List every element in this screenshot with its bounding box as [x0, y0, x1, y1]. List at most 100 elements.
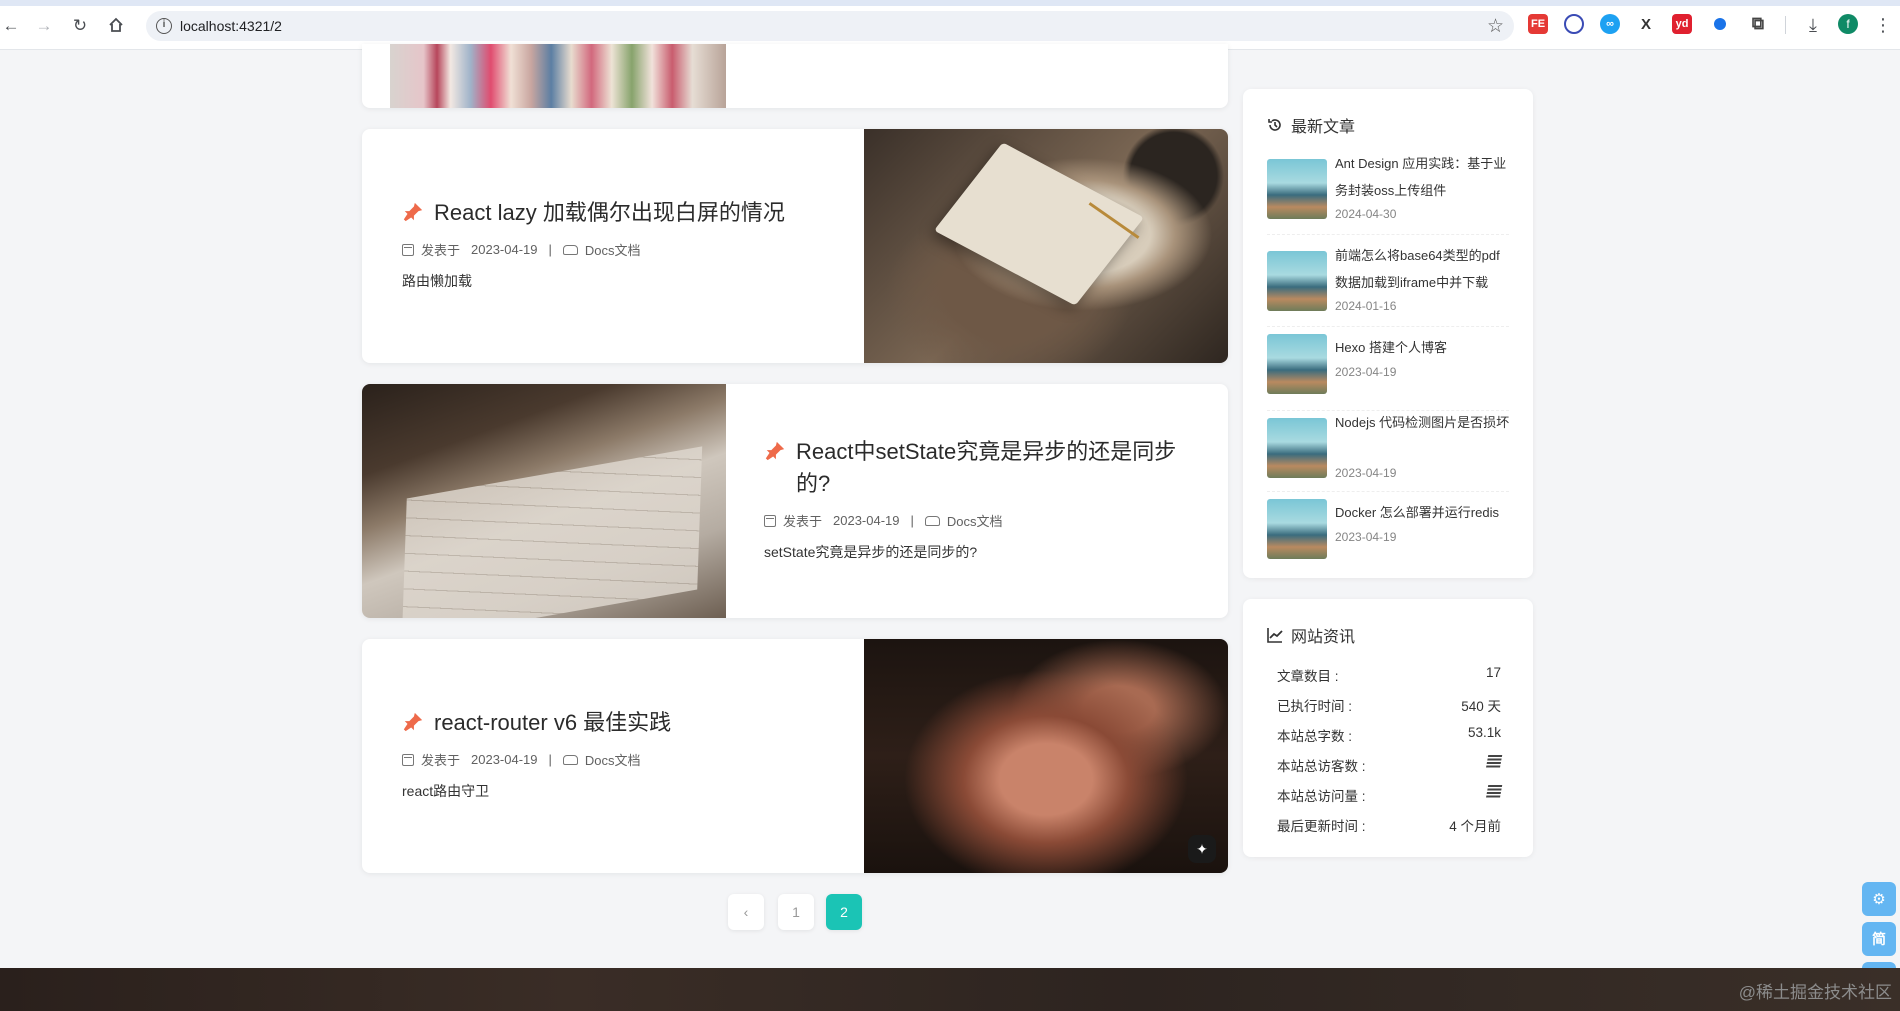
post-excerpt: react路由守卫: [402, 783, 490, 799]
site-info-icon[interactable]: i: [156, 18, 172, 34]
post-card[interactable]: react-router v6 最佳实践 发表于 2023-04-19 | Do…: [362, 639, 1228, 873]
recent-post-date: 2023-04-19: [1335, 530, 1397, 544]
divider: [1267, 491, 1509, 492]
extension-robot-icon[interactable]: [1564, 14, 1584, 34]
post-title[interactable]: React中setState究竟是异步的还是同步的?: [796, 436, 1184, 500]
post-date: 2023-04-19: [471, 752, 538, 767]
recent-post-item[interactable]: Hexo 搭建个人博客 2023-04-19: [1267, 334, 1509, 410]
post-category[interactable]: Docs文档: [585, 240, 641, 259]
post-title-row[interactable]: React中setState究竟是异步的还是同步的?: [764, 436, 1184, 500]
profile-avatar[interactable]: f: [1838, 14, 1858, 34]
home-icon[interactable]: [105, 14, 127, 36]
pin-icon: [403, 712, 423, 732]
post-cover-image[interactable]: ✦: [864, 639, 1228, 873]
back-icon[interactable]: ←: [0, 14, 22, 36]
post-title-row[interactable]: react-router v6 最佳实践: [402, 707, 671, 739]
post-title[interactable]: React lazy 加载偶尔出现白屏的情况: [434, 197, 785, 229]
download-icon[interactable]: ⤓: [1802, 14, 1824, 36]
simplified-chinese-toggle[interactable]: 简: [1862, 922, 1896, 956]
extension-youdao-icon[interactable]: yd: [1672, 14, 1692, 34]
meta-label: 发表于: [421, 753, 461, 768]
meta-label: 发表于: [783, 514, 823, 529]
bookmark-star-icon[interactable]: ☆: [1487, 15, 1504, 38]
extension-dot-icon[interactable]: [1710, 14, 1730, 34]
loading-icon: [1485, 755, 1503, 769]
extension-chat-icon[interactable]: ∞: [1600, 14, 1620, 34]
meta-separator: |: [548, 242, 552, 257]
reload-icon[interactable]: ↻: [69, 14, 91, 36]
recent-post-thumbnail[interactable]: [1267, 334, 1327, 394]
category-icon: [562, 244, 578, 255]
post-meta: 发表于 2023-04-19 | Docs文档: [402, 750, 641, 769]
post-card[interactable]: React lazy 加载偶尔出现白屏的情况 发表于 2023-04-19 | …: [362, 129, 1228, 363]
post-excerpt: setState究竟是异步的还是同步的?: [764, 544, 978, 560]
info-value: 540 天: [1461, 699, 1501, 714]
recent-post-item[interactable]: Nodejs 代码检测图片是否损坏 2023-04-19: [1267, 409, 1509, 485]
recent-post-thumbnail[interactable]: [1267, 251, 1327, 311]
divider: [1267, 234, 1509, 235]
recent-post-thumbnail[interactable]: [1267, 159, 1327, 219]
toolbar-divider: [1785, 16, 1786, 34]
recent-post-title[interactable]: Hexo 搭建个人博客: [1335, 334, 1511, 361]
extension-x-icon[interactable]: X: [1636, 14, 1656, 34]
post-title-row[interactable]: React lazy 加载偶尔出现白屏的情况: [402, 197, 785, 229]
loading-icon: [1485, 785, 1503, 799]
post-meta: 发表于 2023-04-19 | Docs文档: [764, 511, 1003, 530]
recent-posts-widget: 最新文章 Ant Design 应用实践：基于业务封装oss上传组件 2024-…: [1243, 89, 1533, 578]
recent-post-thumbnail[interactable]: [1267, 499, 1327, 559]
post-date: 2023-04-19: [833, 513, 900, 528]
site-info-row: 文章数目 : 17: [1277, 665, 1501, 685]
recent-post-item[interactable]: Ant Design 应用实践：基于业务封装oss上传组件 2024-04-30: [1267, 150, 1509, 226]
recent-post-thumbnail[interactable]: [1267, 418, 1327, 478]
pagination-page-2[interactable]: 2: [826, 894, 862, 930]
url-text[interactable]: localhost:4321/2: [180, 18, 282, 34]
site-info-row: 本站总字数 : 53.1k: [1277, 725, 1501, 745]
recent-post-item[interactable]: Docker 怎么部署并运行redis 2023-04-19: [1267, 499, 1509, 575]
post-category[interactable]: Docs文档: [585, 750, 641, 769]
history-icon: [1268, 119, 1281, 131]
meta-separator: |: [910, 513, 914, 528]
recent-post-date: 2024-01-16: [1335, 299, 1397, 313]
info-label: 最后更新时间 :: [1277, 819, 1366, 834]
magic-wand-icon[interactable]: ✦: [1188, 835, 1216, 863]
post-excerpt: 路由懒加载: [402, 273, 472, 289]
settings-gear-button[interactable]: ⚙: [1862, 882, 1896, 916]
line-chart-icon: [1267, 628, 1283, 643]
post-title[interactable]: react-router v6 最佳实践: [434, 707, 671, 739]
recent-posts-title: 最新文章: [1291, 119, 1356, 136]
meta-label: 发表于: [421, 243, 461, 258]
recent-post-title[interactable]: 前端怎么将base64类型的pdf数据加载到iframe中并下载: [1335, 242, 1511, 296]
post-meta: 发表于 2023-04-19 | Docs文档: [402, 240, 641, 259]
info-value: 53.1k: [1467, 725, 1501, 740]
recent-post-title[interactable]: Docker 怎么部署并运行redis: [1335, 499, 1511, 526]
recent-post-item[interactable]: 前端怎么将base64类型的pdf数据加载到iframe中并下载 2024-01…: [1267, 242, 1509, 318]
post-card[interactable]: React中setState究竟是异步的还是同步的? 发表于 2023-04-1…: [362, 384, 1228, 618]
post-cover-image[interactable]: [362, 384, 726, 618]
post-cover-image[interactable]: [390, 44, 726, 108]
post-cover-image[interactable]: [864, 129, 1228, 363]
footer-banner: [0, 968, 1900, 1011]
more-menu-icon[interactable]: ⋮: [1872, 14, 1894, 36]
info-label: 本站总访客数 :: [1277, 759, 1366, 774]
address-bar[interactable]: i localhost:4321/2 ☆: [146, 11, 1514, 41]
pagination-prev-button[interactable]: ‹: [728, 894, 764, 930]
recent-post-date: 2024-04-30: [1335, 207, 1397, 221]
meta-separator: |: [548, 752, 552, 767]
forward-icon[interactable]: →: [33, 14, 55, 36]
info-label: 已执行时间 :: [1277, 699, 1353, 714]
extension-fe-icon[interactable]: FE: [1528, 14, 1548, 34]
info-label: 文章数目 :: [1277, 669, 1339, 684]
info-value: 17: [1485, 665, 1501, 680]
recent-post-title[interactable]: Ant Design 应用实践：基于业务封装oss上传组件: [1335, 150, 1511, 204]
site-info-row: 最后更新时间 : 4 个月前: [1277, 815, 1501, 835]
recent-post-title[interactable]: Nodejs 代码检测图片是否损坏: [1335, 409, 1511, 436]
post-category[interactable]: Docs文档: [947, 511, 1003, 530]
recent-post-date: 2023-04-19: [1335, 466, 1397, 480]
site-info-widget: 网站资讯 文章数目 : 17 已执行时间 : 540 天 本站总字数 : 53.…: [1243, 599, 1533, 857]
post-card-partial[interactable]: [362, 44, 1228, 108]
recent-post-date: 2023-04-19: [1335, 365, 1397, 379]
pin-icon: [765, 441, 785, 461]
extensions-puzzle-icon[interactable]: ⧉: [1748, 14, 1768, 34]
pagination-page-1[interactable]: 1: [778, 894, 814, 930]
info-value: 4 个月前: [1449, 819, 1501, 834]
